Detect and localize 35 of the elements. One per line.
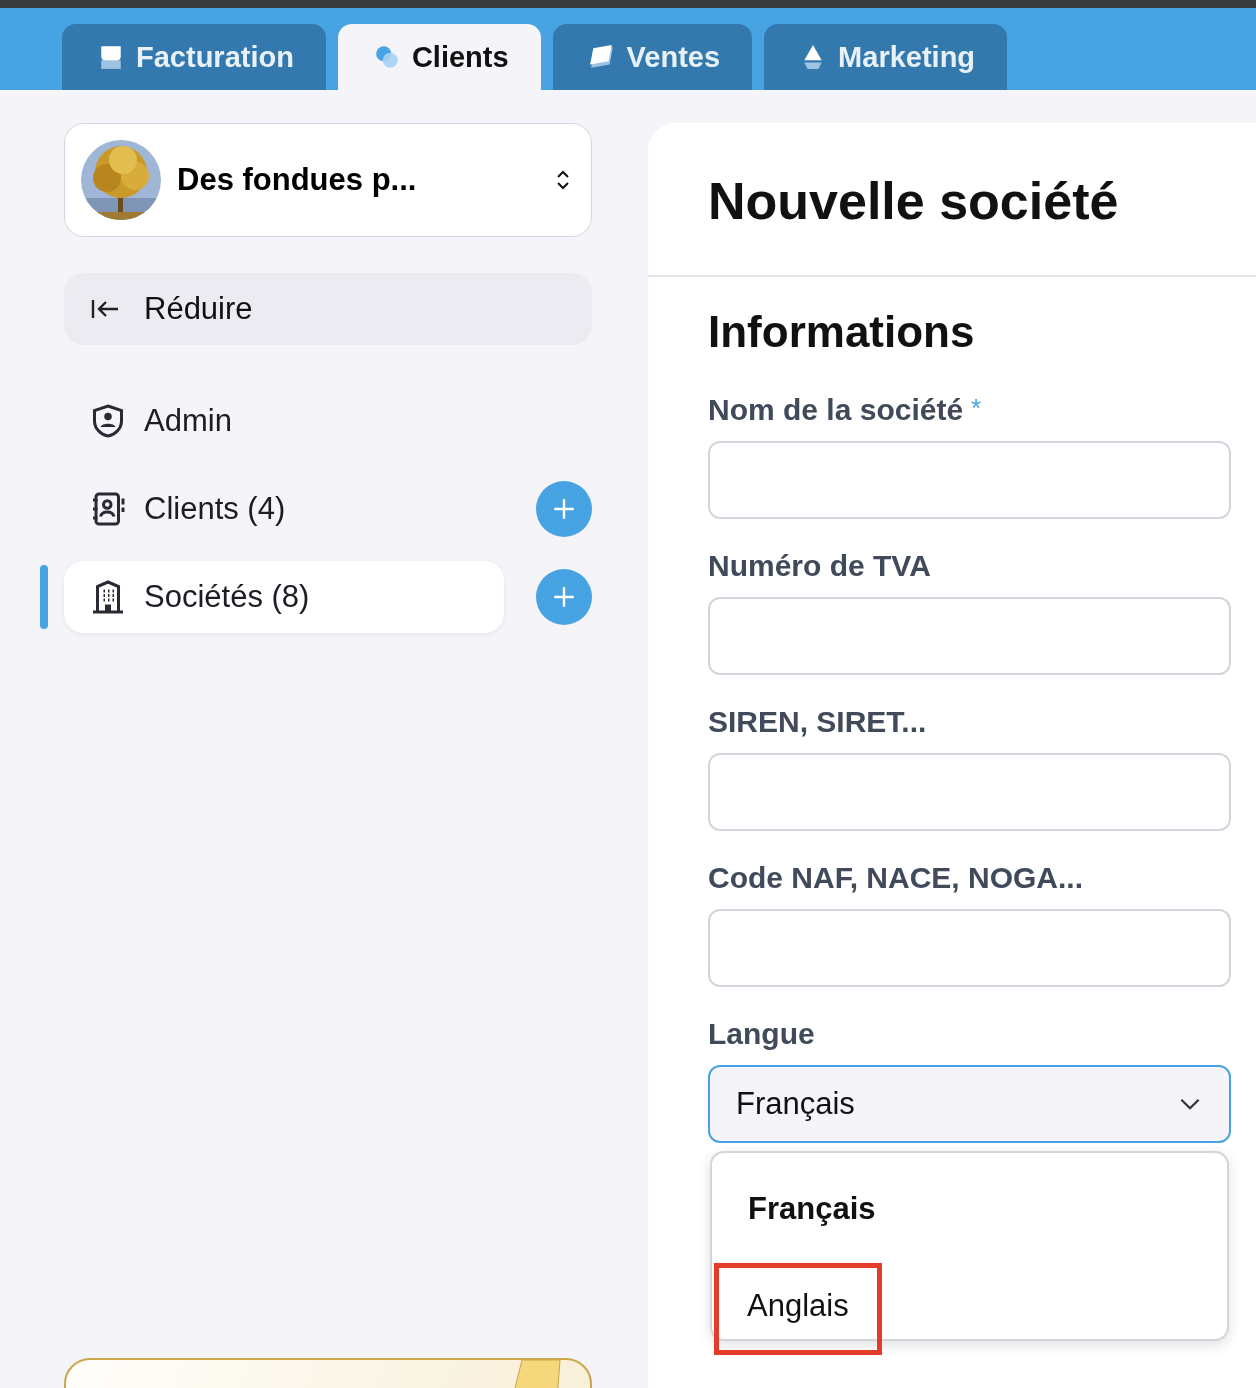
card-icon [588, 44, 615, 70]
field-label: Code NAF, NACE, NOGA... [708, 861, 1083, 895]
field-label: SIREN, SIRET... [708, 705, 927, 739]
sidebar-item[interactable]: Admin [64, 385, 504, 457]
app-tab[interactable]: Marketing [764, 24, 1008, 90]
page-title: Nouvelle société [648, 123, 1256, 277]
plus-icon [551, 496, 577, 522]
address-book-icon [90, 491, 126, 527]
field-label: Numéro de TVA [708, 549, 931, 583]
receipt-icon [98, 44, 124, 70]
input-field[interactable] [708, 441, 1231, 519]
shield-user-icon [90, 403, 126, 439]
building-icon [90, 579, 126, 615]
circles-icon [373, 44, 400, 70]
company-switcher[interactable]: Des fondues p... [64, 123, 592, 237]
app-tab[interactable]: Ventes [552, 24, 753, 90]
chevron-up-down-icon [555, 168, 571, 192]
input-field[interactable] [708, 753, 1231, 831]
add-button[interactable] [536, 569, 592, 625]
plus-icon [551, 584, 577, 610]
section-title: Informations [708, 307, 976, 357]
field-label: Nom de la société [708, 393, 964, 427]
add-button[interactable] [536, 481, 592, 537]
dropdown-option[interactable]: Français [714, 1183, 882, 1263]
app-tab[interactable]: Facturation [62, 24, 326, 90]
sidebar-item[interactable]: Sociétés (8) [64, 561, 504, 633]
sidebar-item[interactable]: Clients (4) [64, 473, 504, 545]
input-field[interactable] [708, 597, 1231, 675]
input-field[interactable] [708, 909, 1231, 987]
required-mark: * [971, 393, 982, 425]
language-select[interactable]: Français [708, 1065, 1231, 1143]
field-label: Langue [708, 1017, 815, 1051]
collapse-button[interactable]: Réduire [64, 273, 592, 345]
app-tab[interactable]: Clients [337, 24, 541, 90]
dropdown-option[interactable]: Anglais [714, 1263, 882, 1355]
